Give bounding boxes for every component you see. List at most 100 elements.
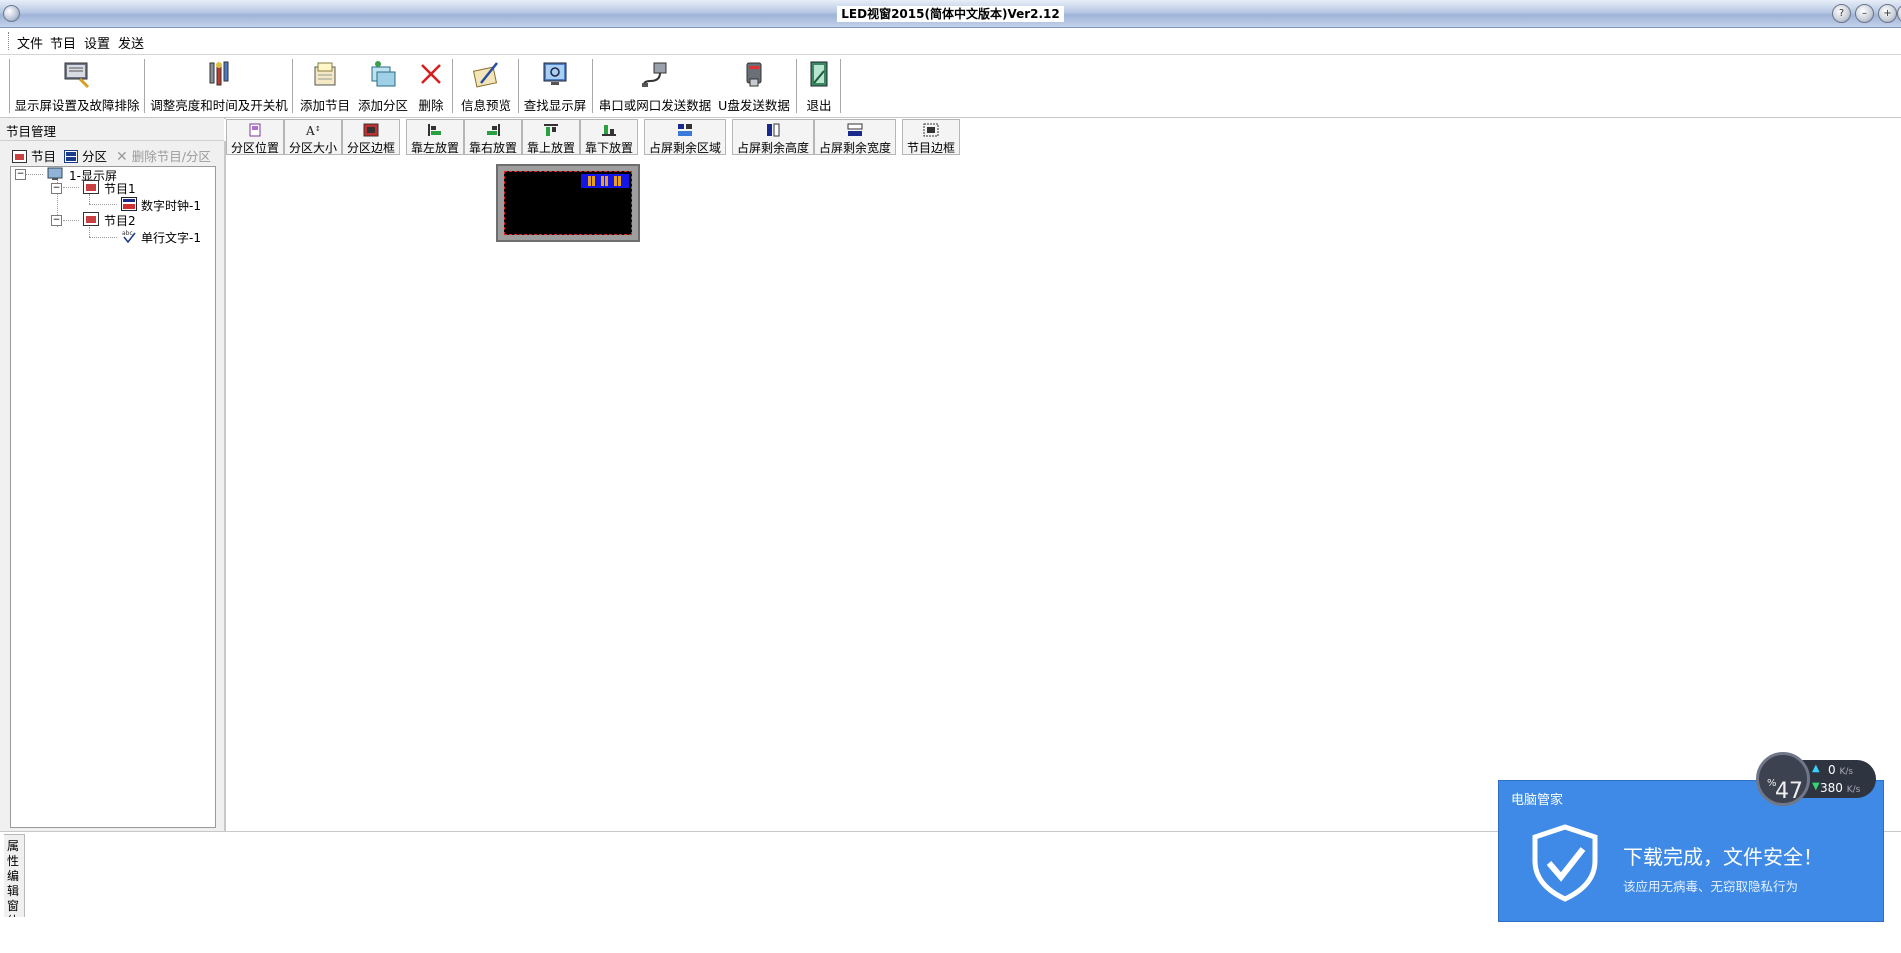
zone-size-button[interactable]: A ↕ 分区大小 xyxy=(284,119,342,155)
align-bottom-icon xyxy=(602,125,616,136)
toolbar-separator xyxy=(518,59,519,113)
help-icon[interactable]: ? xyxy=(1832,4,1851,23)
zone-position-button[interactable]: 分区位置 xyxy=(226,119,284,155)
program-border-button[interactable]: 节目边框 xyxy=(902,119,960,155)
add-zone-icon xyxy=(371,61,396,87)
program-border-icon xyxy=(923,123,939,137)
download-speed: 380 K/s xyxy=(1820,781,1860,795)
program-manager-header: 节目管理 xyxy=(0,118,224,141)
memory-usage-circle[interactable]: 47% xyxy=(1756,752,1810,806)
security-app-name: 电脑管家 xyxy=(1511,793,1564,808)
tree-single-line-text[interactable]: 单行文字-1 xyxy=(141,229,201,246)
menu-settings[interactable]: 设置 xyxy=(84,33,110,52)
toolbar-separator xyxy=(592,59,593,113)
add-zone-label: 添加分区 xyxy=(357,98,408,113)
delete-label: 删除 xyxy=(418,98,444,113)
display-settings-label: 显示屏设置及故障排除 xyxy=(14,98,140,113)
program-icon xyxy=(12,150,27,163)
fill-remaining-area-label: 占屏剩余区域 xyxy=(648,141,721,155)
tree-line xyxy=(63,220,79,221)
title-bar: LED视窗2015(简体中文版本)Ver2.12 ? – + × xyxy=(0,0,1901,28)
delete-x-small-icon: ✕ xyxy=(116,149,128,165)
exit-button[interactable]: 退出 xyxy=(800,57,838,113)
tree-program2[interactable]: 节目2 xyxy=(104,212,136,229)
serial-network-send-button[interactable]: 串口或网口发送数据 xyxy=(598,57,712,113)
maximize-icon[interactable]: + xyxy=(1878,4,1897,23)
memory-usage-value: 47 xyxy=(1775,779,1803,804)
tools-icon xyxy=(209,61,229,86)
network-speed-widget[interactable]: ▲ 0 K/s ▼ 380 K/s 47% xyxy=(1756,752,1878,806)
led-screen-preview[interactable] xyxy=(496,164,640,242)
fill-remaining-area-button[interactable]: 占屏剩余区域 xyxy=(644,119,726,155)
new-program-action[interactable]: 节目 xyxy=(12,146,56,165)
usb-send-button[interactable]: U盘发送数据 xyxy=(716,57,792,113)
upload-speed-value: 0 xyxy=(1828,763,1836,777)
brightness-time-label: 调整亮度和时间及开关机 xyxy=(150,98,288,113)
program-tree: − 1-显示屏 − 节目1 数字时钟-1 − 节目2 abc 单行文字-1 xyxy=(10,166,216,828)
align-right-button[interactable]: 靠右放置 xyxy=(464,119,522,155)
fill-remaining-icon xyxy=(678,124,692,136)
property-editor-tab-label: 属性编辑窗体 xyxy=(7,839,20,928)
fill-remaining-height-label: 占屏剩余高度 xyxy=(736,141,809,155)
zone-icon xyxy=(64,150,78,163)
editor-canvas: 分区位置 A ↕ 分区大小 分区边框 靠左放置 靠右放置 靠上放置 靠下放置 占… xyxy=(226,118,1901,831)
find-screen-icon xyxy=(543,62,567,85)
digital-clock-icon xyxy=(121,197,137,211)
collapse-program1-toggle[interactable]: − xyxy=(51,183,62,194)
svg-text:A: A xyxy=(305,124,315,137)
preview-button[interactable]: 信息预览 xyxy=(458,57,514,113)
program-manager-panel: 节目 分区 ✕ 删除节目/分区 − 1-显示屏 − 节目1 数字时钟-1 − 节… xyxy=(0,141,226,831)
display-settings-button[interactable]: 显示屏设置及故障排除 xyxy=(14,57,140,113)
upload-arrow-icon: ▲ xyxy=(1812,763,1820,774)
align-top-button[interactable]: 靠上放置 xyxy=(522,119,580,155)
svg-text:abc: abc xyxy=(122,230,133,237)
menu-program[interactable]: 节目 xyxy=(50,33,76,52)
led-screen-area[interactable] xyxy=(504,171,632,235)
tree-program1[interactable]: 节目1 xyxy=(104,180,136,197)
zone-border-button[interactable]: 分区边框 xyxy=(342,119,400,155)
find-screen-button[interactable]: 查找显示屏 xyxy=(522,57,588,113)
tree-line xyxy=(89,237,117,238)
collapse-program2-toggle[interactable]: − xyxy=(51,215,62,226)
delete-program-zone-action[interactable]: ✕ 删除节目/分区 xyxy=(116,146,211,165)
menu-file[interactable]: 文件 xyxy=(17,33,43,52)
zone-position-label: 分区位置 xyxy=(230,141,279,155)
display-icon xyxy=(47,167,63,180)
upload-speed-unit: K/s xyxy=(1839,767,1854,777)
cable-icon xyxy=(642,62,667,87)
security-detail: 该应用无病毒、无窃取隐私行为 xyxy=(1623,879,1799,894)
new-zone-action[interactable]: 分区 xyxy=(64,146,107,165)
add-zone-button[interactable]: 添加分区 xyxy=(356,57,410,113)
download-speed-value: 380 xyxy=(1820,781,1843,795)
menu-grip xyxy=(8,32,11,50)
brightness-time-button[interactable]: 调整亮度和时间及开关机 xyxy=(150,57,288,113)
memory-usage: 47% xyxy=(1767,767,1803,804)
zone-size-icon: A ↕ xyxy=(305,124,321,137)
security-message: 下载完成，文件安全！ xyxy=(1623,845,1823,869)
exit-icon xyxy=(810,61,828,87)
zone-border-icon xyxy=(363,123,379,137)
download-speed-unit: K/s xyxy=(1846,785,1861,795)
minimize-icon[interactable]: – xyxy=(1855,4,1874,23)
exit-label: 退出 xyxy=(806,98,832,113)
zone-position-icon xyxy=(249,123,261,137)
align-bottom-button[interactable]: 靠下放置 xyxy=(580,119,638,155)
main-toolbar: 显示屏设置及故障排除 调整亮度和时间及开关机 添加节目 添加分区 删除 信息预览… xyxy=(0,55,1901,119)
fill-remaining-height-button[interactable]: 占屏剩余高度 xyxy=(732,119,814,155)
align-top-label: 靠上放置 xyxy=(526,141,575,155)
menu-send[interactable]: 发送 xyxy=(118,33,144,52)
display-settings-icon xyxy=(64,62,90,89)
align-left-label: 靠左放置 xyxy=(410,141,459,155)
single-line-text-icon: abc xyxy=(122,230,136,243)
clock-digits-icon xyxy=(588,176,621,186)
digital-clock-zone[interactable] xyxy=(581,174,629,188)
toolbar-separator xyxy=(144,59,145,113)
collapse-root-toggle[interactable]: − xyxy=(15,169,26,180)
add-program-label: 添加节目 xyxy=(299,98,350,113)
tree-digital-clock[interactable]: 数字时钟-1 xyxy=(141,197,201,214)
fill-remaining-width-button[interactable]: 占屏剩余宽度 xyxy=(814,119,896,155)
property-editor-tab[interactable]: 属性编辑窗体 xyxy=(4,834,25,928)
add-program-button[interactable]: 添加节目 xyxy=(298,57,352,113)
delete-button[interactable]: 删除 xyxy=(414,57,448,113)
align-left-button[interactable]: 靠左放置 xyxy=(406,119,464,155)
